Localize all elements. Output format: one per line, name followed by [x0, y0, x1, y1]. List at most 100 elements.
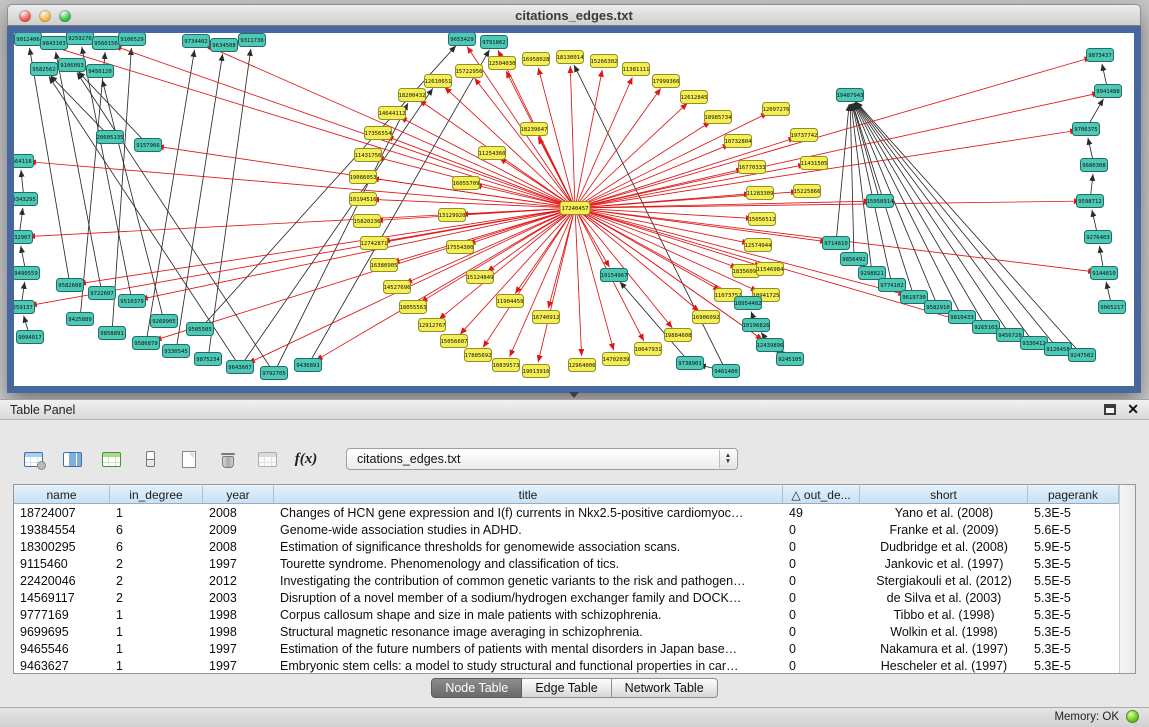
table-cell[interactable]: 2 [110, 555, 203, 572]
table-cell[interactable]: 14569117 [14, 589, 110, 606]
graph-edge[interactable] [570, 66, 575, 208]
table-cell[interactable]: Franke et al. (2009) [860, 521, 1028, 538]
table-cell[interactable]: 5.6E-5 [1028, 521, 1119, 538]
table-cell[interactable]: 5.5E-5 [1028, 572, 1119, 589]
table-cell[interactable]: 18724007 [14, 504, 110, 521]
table-cell[interactable]: 2 [110, 589, 203, 606]
graph-edge[interactable] [240, 88, 433, 367]
table-row[interactable]: 1872400712008Changes of HCN gene express… [14, 504, 1119, 521]
table-cell[interactable]: Genome-wide association studies in ADHD. [274, 521, 783, 538]
table-cell[interactable]: 2008 [203, 538, 274, 555]
graph-edge[interactable] [851, 104, 872, 273]
table-cell[interactable]: Structural magnetic resonance image aver… [274, 623, 783, 640]
table-cell[interactable]: 5.3E-5 [1028, 606, 1119, 623]
table-row[interactable]: 2242004622012Investigating the contribut… [14, 572, 1119, 589]
table-cell[interactable]: 6 [110, 521, 203, 538]
table-cell[interactable]: 0 [783, 623, 860, 640]
table-cell[interactable]: 9463627 [14, 657, 110, 674]
table-row[interactable]: 1456911722003Disruption of a novel membe… [14, 589, 1119, 606]
graph-edge[interactable] [836, 104, 849, 243]
table-cell[interactable]: Yano et al. (2008) [860, 504, 1028, 521]
table-cell[interactable]: 1 [110, 504, 203, 521]
table-cell[interactable]: 5.3E-5 [1028, 640, 1119, 657]
table-cell[interactable]: 1997 [203, 640, 274, 657]
table-cell[interactable]: 0 [783, 640, 860, 657]
graph-edge[interactable] [80, 52, 105, 319]
table-cell[interactable]: Hescheler et al. (1997) [860, 657, 1028, 674]
graph-edge[interactable] [248, 208, 575, 363]
graph-svg[interactable]: 1724045712610651182004321464411217356554… [14, 33, 1134, 386]
table-cell[interactable]: 5.3E-5 [1028, 555, 1119, 572]
function-builder-button[interactable]: f(x) [293, 447, 319, 471]
table-cell[interactable]: 5.3E-5 [1028, 504, 1119, 521]
column-header-short[interactable]: short [860, 485, 1028, 504]
graph-edge[interactable] [274, 103, 408, 373]
table-cell[interactable]: 1998 [203, 606, 274, 623]
table-cell[interactable]: 1 [110, 606, 203, 623]
table-cell[interactable]: Nakamura et al. (1997) [860, 640, 1028, 657]
row-height-button[interactable] [137, 447, 163, 471]
table-cell[interactable]: 0 [783, 521, 860, 538]
table-cell[interactable]: Estimation of significance thresholds fo… [274, 538, 783, 555]
table-cell[interactable]: Wolkin et al. (1998) [860, 623, 1028, 640]
table-mode-button[interactable] [20, 447, 46, 471]
table-cell[interactable]: 18300295 [14, 538, 110, 555]
tab-network-table[interactable]: Network Table [612, 678, 718, 698]
show-columns-button[interactable] [59, 447, 85, 471]
table-cell[interactable]: Changes of HCN gene expression and I(f) … [274, 504, 783, 521]
table-cell[interactable]: 0 [783, 555, 860, 572]
combo-stepper-icon[interactable]: ▲ ▼ [719, 450, 736, 468]
table-cell[interactable]: 5.3E-5 [1028, 589, 1119, 606]
graph-edge[interactable] [575, 93, 1099, 208]
graph-edge[interactable] [29, 162, 575, 208]
graph-edge[interactable] [102, 80, 164, 321]
graph-edge[interactable] [483, 208, 575, 347]
table-row[interactable]: 1938455462009Genome-wide association stu… [14, 521, 1119, 538]
tab-edge-table[interactable]: Edge Table [522, 678, 611, 698]
table-cell[interactable]: 6 [110, 538, 203, 555]
column-header-year[interactable]: year [203, 485, 274, 504]
table-cell[interactable]: 19384554 [14, 521, 110, 538]
table-cell[interactable]: 0 [783, 657, 860, 674]
table-cell[interactable]: 5.9E-5 [1028, 538, 1119, 555]
graph-edge[interactable] [82, 47, 132, 301]
table-cell[interactable]: 9115460 [14, 555, 110, 572]
table-cell[interactable]: 1998 [203, 623, 274, 640]
new-table-button[interactable] [176, 447, 202, 471]
table-cell[interactable]: 1997 [203, 657, 274, 674]
table-cell[interactable]: Investigating the contribution of common… [274, 572, 783, 589]
graph-edge[interactable] [575, 70, 602, 208]
table-row[interactable]: 1830029562008Estimation of significance … [14, 538, 1119, 555]
import-table-button[interactable] [254, 447, 280, 471]
column-header-out_de[interactable]: △ out_de... [783, 485, 860, 504]
table-cell[interactable]: 9465546 [14, 640, 110, 657]
table-cell[interactable]: 2009 [203, 521, 274, 538]
delete-table-button[interactable] [215, 447, 241, 471]
table-cell[interactable]: Tourette syndrome. Phenomenology and cla… [274, 555, 783, 572]
table-cell[interactable]: 1 [110, 657, 203, 674]
table-cell[interactable]: 49 [783, 504, 860, 521]
graph-edge[interactable] [50, 75, 110, 137]
column-header-pagerank[interactable]: pagerank [1028, 485, 1119, 504]
table-cell[interactable]: Corpus callosum shape and size in male p… [274, 606, 783, 623]
table-cell[interactable]: Tibbo et al. (1998) [860, 606, 1028, 623]
graph-edge[interactable] [146, 50, 195, 343]
table-cell[interactable]: de Silva et al. (2003) [860, 589, 1028, 606]
table-cell[interactable]: 2008 [203, 504, 274, 521]
table-cell[interactable]: 0 [783, 589, 860, 606]
table-cell[interactable]: 0 [783, 572, 860, 589]
table-cell[interactable]: 2012 [203, 572, 274, 589]
graph-edge[interactable] [575, 208, 740, 299]
graph-edge[interactable] [114, 46, 575, 208]
graph-edge[interactable] [575, 103, 687, 208]
network-window[interactable]: citations_edges.txt 17240457126106511820… [7, 4, 1141, 393]
close-panel-icon[interactable]: ✕ [1127, 402, 1139, 417]
table-cell[interactable]: 1997 [203, 555, 274, 572]
tab-node-table[interactable]: Node Table [431, 678, 522, 698]
table-cell[interactable]: 0 [783, 538, 860, 555]
table-cell[interactable]: Disruption of a novel member of a sodium… [274, 589, 783, 606]
table-selector[interactable]: citations_edges.txt ▲ ▼ [346, 448, 738, 470]
table-row[interactable]: 946362711997Embryonic stem cells: a mode… [14, 657, 1119, 674]
table-scrollbar[interactable] [1119, 485, 1135, 673]
window-titlebar[interactable]: citations_edges.txt [7, 4, 1141, 26]
